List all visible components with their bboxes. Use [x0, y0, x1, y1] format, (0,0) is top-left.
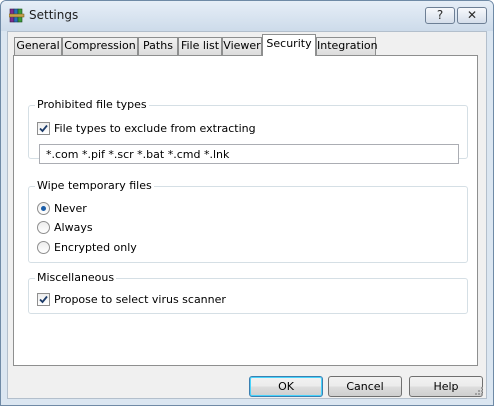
close-caption-button[interactable]: ✕ [457, 7, 487, 24]
wipe-always-radio-row[interactable]: Always [37, 221, 237, 235]
tab-paths[interactable]: Paths [138, 37, 178, 55]
group-title-misc: Miscellaneous [35, 271, 117, 285]
virus-scanner-checkbox[interactable] [37, 293, 50, 306]
wipe-always-label: Always [54, 221, 93, 234]
dialog-client-area: General Compression Paths File list View… [7, 31, 487, 399]
tab-general[interactable]: General [14, 37, 62, 55]
exclude-extracting-checkbox-row[interactable]: File types to exclude from extracting [37, 122, 337, 136]
tab-security[interactable]: Security [262, 34, 316, 56]
radio-selected-dot [41, 206, 46, 211]
check-mark-icon [39, 124, 48, 133]
virus-scanner-label: Propose to select virus scanner [54, 293, 226, 306]
exclude-extracting-label: File types to exclude from extracting [54, 122, 256, 135]
miscellaneous-group: Miscellaneous Propose to select virus sc… [28, 271, 468, 314]
wipe-encrypted-only-label: Encrypted only [54, 241, 137, 254]
help-button[interactable]: Help [409, 376, 483, 397]
ok-button[interactable]: OK [249, 376, 323, 397]
cancel-button[interactable]: Cancel [328, 376, 402, 397]
security-tab-panel: Prohibited file types File types to excl… [13, 55, 478, 366]
tab-viewer[interactable]: Viewer [222, 37, 262, 55]
settings-window: Settings ? ✕ General Compression Paths F… [0, 0, 494, 406]
wipe-encrypted-only-radio-row[interactable]: Encrypted only [37, 241, 237, 255]
prohibited-file-types-group: Prohibited file types File types to excl… [28, 98, 468, 164]
tab-file-list[interactable]: File list [178, 37, 222, 55]
check-mark-icon [39, 295, 48, 304]
window-title: Settings [29, 8, 79, 22]
tab-compression[interactable]: Compression [62, 37, 138, 55]
wipe-never-radio-row[interactable]: Never [37, 202, 237, 216]
wipe-temporary-files-group: Wipe temporary files Never Always Encryp… [28, 179, 468, 263]
resize-grip-icon[interactable] [474, 386, 484, 396]
help-caption-button[interactable]: ? [425, 7, 455, 24]
wipe-encrypted-only-radio[interactable] [37, 241, 50, 254]
wipe-never-label: Never [54, 202, 87, 215]
wipe-never-radio[interactable] [37, 202, 50, 215]
excluded-extensions-input[interactable] [39, 144, 459, 164]
group-title-prohibited: Prohibited file types [35, 98, 149, 112]
virus-scanner-checkbox-row[interactable]: Propose to select virus scanner [37, 293, 297, 307]
tab-integration[interactable]: Integration [316, 37, 378, 55]
winrar-app-icon [8, 7, 25, 24]
title-bar[interactable]: Settings ? ✕ [1, 1, 493, 31]
exclude-extracting-checkbox[interactable] [37, 122, 50, 135]
wipe-always-radio[interactable] [37, 221, 50, 234]
group-title-wipe: Wipe temporary files [35, 179, 154, 193]
